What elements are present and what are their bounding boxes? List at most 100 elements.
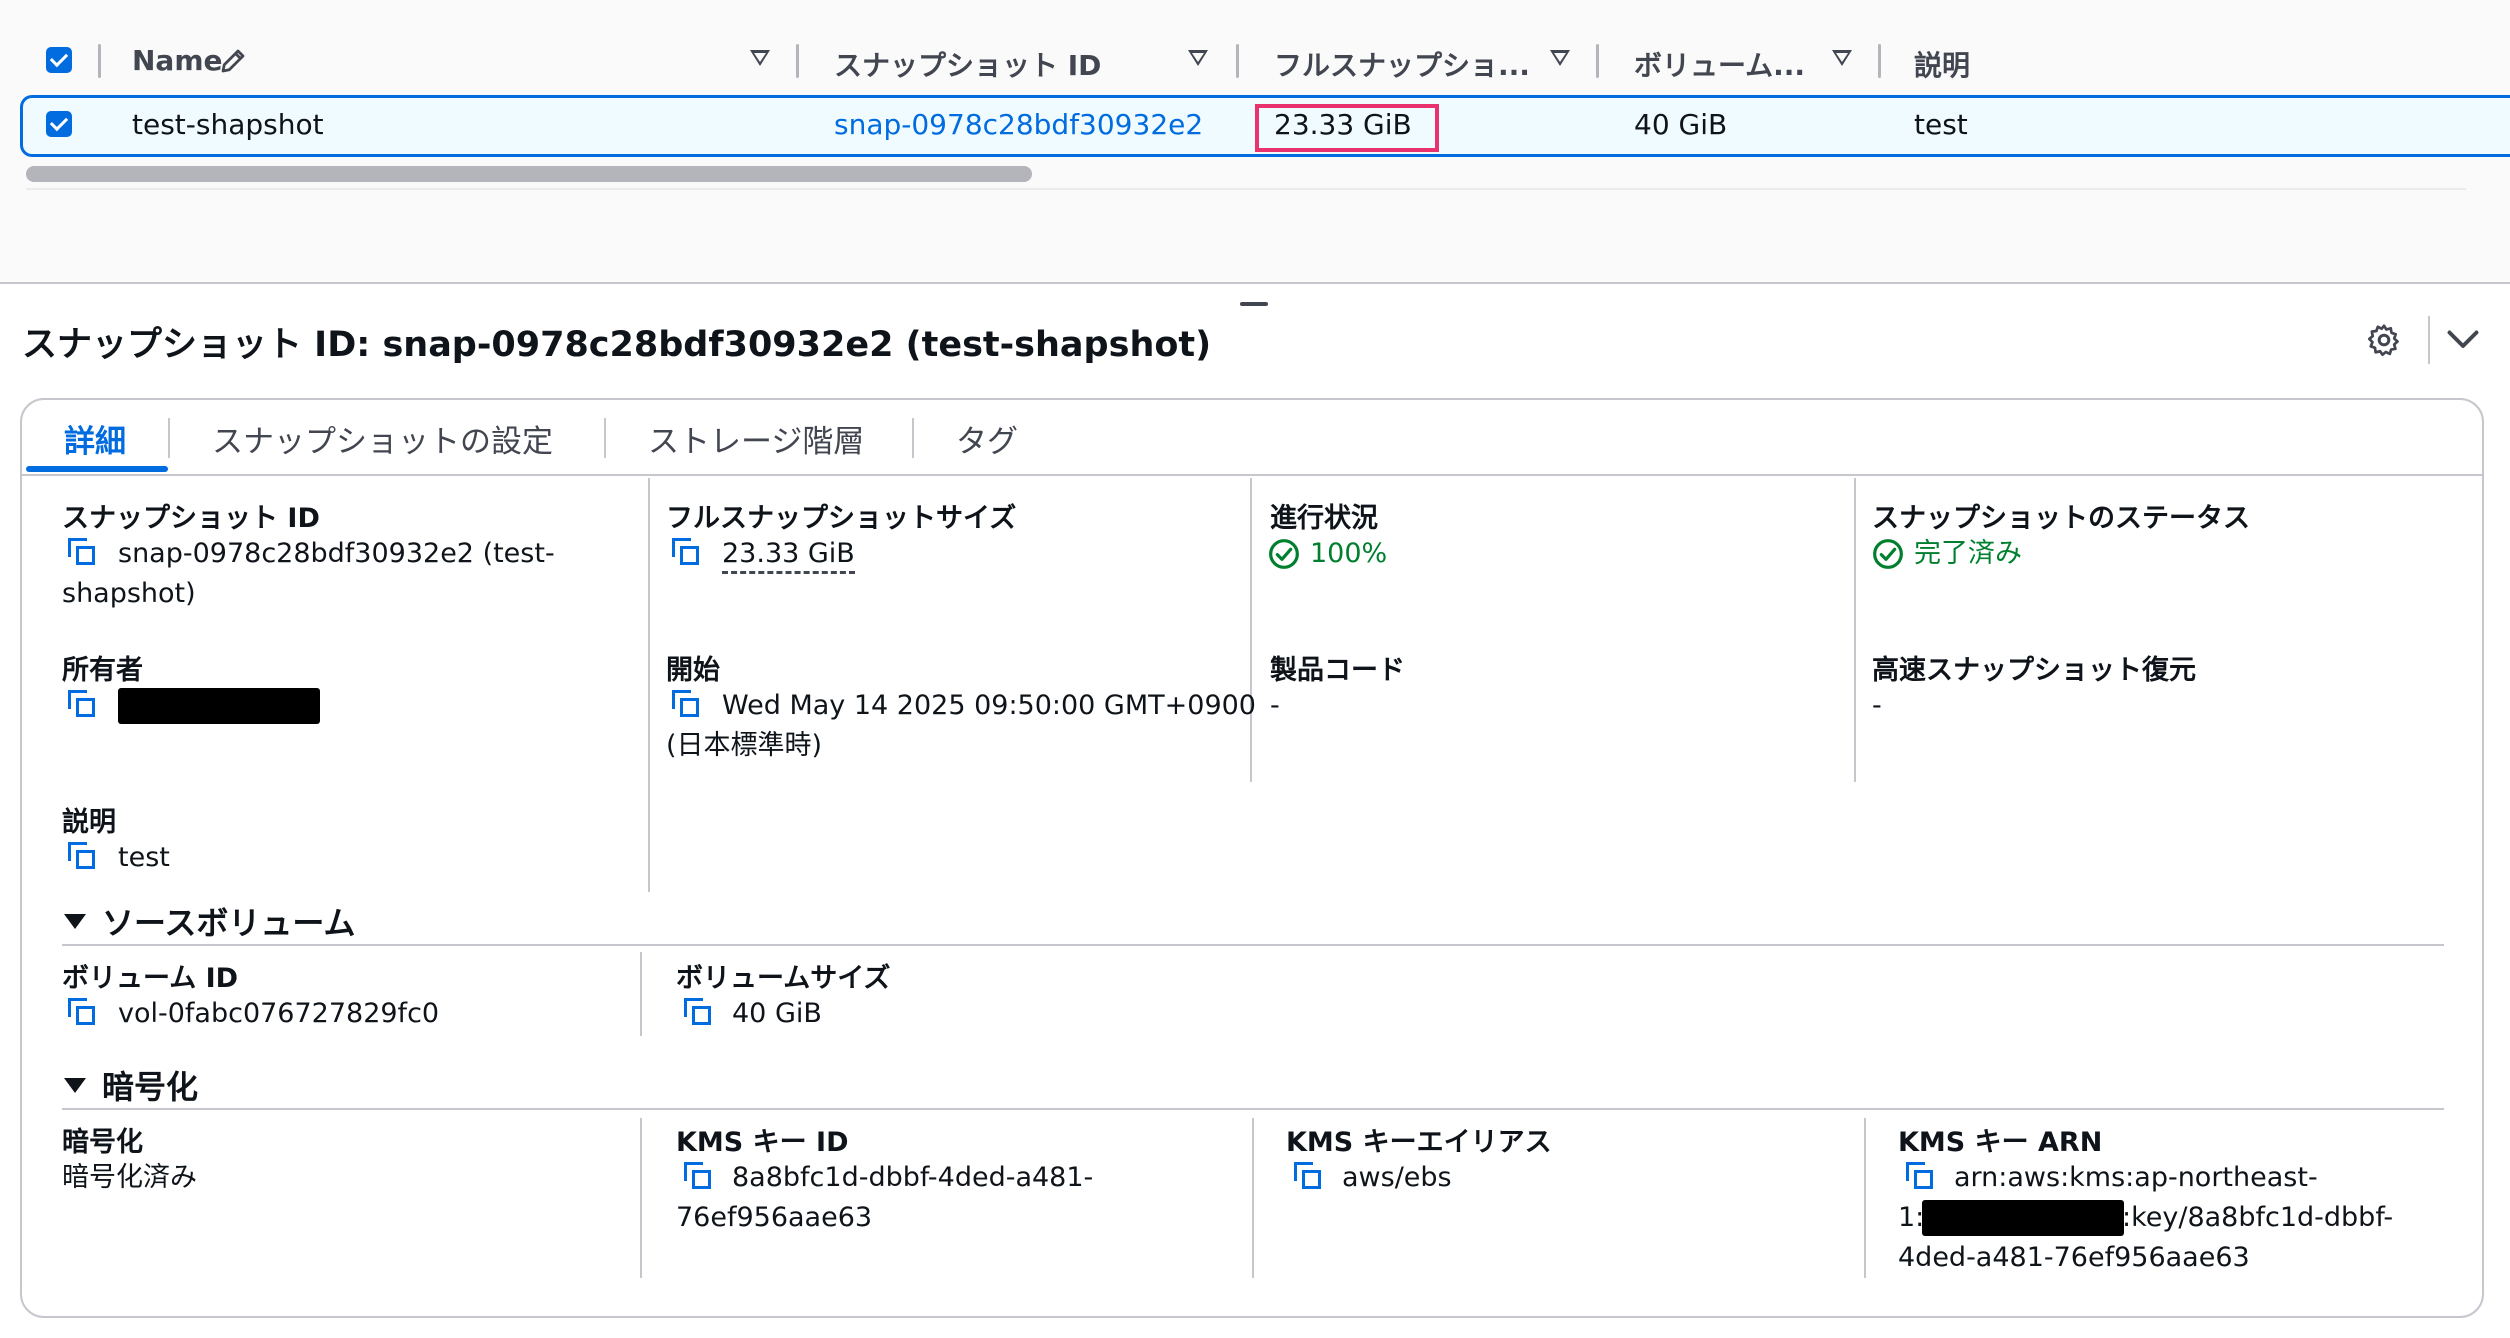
copy-icon[interactable] (68, 690, 98, 720)
column-divider (640, 952, 642, 1036)
column-header-full-size[interactable]: フルスナップショ... (1274, 44, 1530, 84)
tab-divider (168, 418, 170, 458)
sort-caret-icon[interactable] (1188, 50, 1208, 66)
expand-triangle-icon[interactable] (64, 914, 86, 929)
encryption-section-title[interactable]: 暗号化 (102, 1062, 198, 1108)
horizontal-scrollbar[interactable] (26, 166, 1032, 182)
copy-icon[interactable] (684, 1162, 714, 1192)
snapshot-table: Name スナップショット ID フルスナップショ... ボリューム... 説明… (0, 0, 2510, 282)
kms-key-arn-value-cont: 4ded-a481-76ef956aae63 (1898, 1242, 2250, 1273)
row-description: test (1914, 108, 1968, 141)
product-code-value: - (1270, 690, 1280, 721)
encryption-value: 暗号化済み (62, 1162, 197, 1193)
column-divider[interactable] (1878, 44, 1881, 78)
detail-title: スナップショット ID: snap-0978c28bdf30932e2 (tes… (22, 325, 1212, 365)
split-panel-divider (0, 282, 2510, 284)
column-divider (1864, 1118, 1866, 1278)
column-divider[interactable] (796, 44, 799, 78)
kms-key-arn-value-suffix: :key/8a8bfc1d-dbbf- (2122, 1202, 2394, 1233)
column-header-name[interactable]: Name (132, 44, 223, 77)
kms-key-id-value: 8a8bfc1d-dbbf-4ded-a481- (732, 1162, 1094, 1193)
section-divider (62, 944, 2444, 946)
kms-key-arn-value: arn:aws:kms:ap-northeast- (1954, 1162, 2318, 1193)
tab-snapshot-settings[interactable]: スナップショットの設定 (212, 416, 553, 461)
full-size-value[interactable]: 23.33 GiB (722, 538, 855, 574)
column-divider (640, 1118, 642, 1278)
copy-icon[interactable] (672, 538, 702, 568)
volume-id-label: ボリューム ID (62, 963, 239, 994)
snapshot-status-label: スナップショットのステータス (1872, 503, 2250, 534)
tab-bar-border (22, 474, 2482, 476)
tab-divider (912, 418, 914, 458)
expand-triangle-icon[interactable] (64, 1078, 86, 1093)
gear-icon[interactable] (2366, 322, 2402, 358)
resize-handle[interactable] (1240, 302, 1268, 306)
column-divider[interactable] (1236, 44, 1239, 78)
active-tab-indicator (26, 466, 168, 472)
snapshot-id-label: スナップショット ID (62, 503, 320, 534)
tab-storage-tier[interactable]: ストレージ階層 (648, 416, 864, 461)
progress-label: 進行状況 (1270, 503, 1378, 534)
sort-caret-icon[interactable] (1550, 50, 1570, 66)
copy-icon[interactable] (1294, 1162, 1324, 1192)
encryption-label: 暗号化 (62, 1127, 143, 1158)
volume-id-link[interactable]: vol-0fabc076727829fc0 (118, 994, 439, 1034)
tab-divider (604, 418, 606, 458)
column-divider (1252, 1118, 1254, 1278)
row-volume-size: 40 GiB (1634, 108, 1728, 141)
redacted-account-id (1922, 1200, 2124, 1236)
kms-key-arn-label: KMS キー ARN (1898, 1127, 2103, 1158)
sort-caret-icon[interactable] (750, 50, 770, 66)
header-divider (2428, 316, 2430, 364)
volume-size-value: 40 GiB (732, 998, 822, 1029)
column-divider (1250, 478, 1252, 782)
fast-restore-label: 高速スナップショット復元 (1872, 655, 2196, 686)
kms-key-id-value-cont: 76ef956aae63 (676, 1202, 873, 1233)
snapshot-status-value: 完了済み (1914, 538, 2022, 569)
source-volume-section-title[interactable]: ソースボリューム (102, 898, 355, 944)
volume-size-label: ボリュームサイズ (676, 963, 891, 994)
snapshot-id-value-link[interactable]: snap-0978c28bdf30932e2 (test- (118, 534, 555, 574)
kms-key-id-label: KMS キー ID (676, 1127, 849, 1158)
row-checkbox[interactable] (46, 111, 72, 137)
kms-key-arn-value-prefix: 1: (1898, 1202, 1925, 1233)
tab-details[interactable]: 詳細 (64, 416, 126, 461)
snapshot-id-value-link-cont[interactable]: shapshot) (62, 574, 196, 614)
highlight-box (1255, 104, 1439, 152)
section-divider (62, 1108, 2444, 1110)
full-size-label: フルスナップショットサイズ (666, 503, 1017, 534)
column-divider[interactable] (1596, 44, 1599, 78)
copy-icon[interactable] (672, 690, 702, 720)
column-divider (98, 44, 101, 78)
description-value: test (118, 842, 170, 873)
success-check-icon (1269, 539, 1299, 569)
horizontal-scroll-track (26, 188, 2466, 190)
description-label: 説明 (62, 807, 116, 838)
row-name: test-shapshot (132, 108, 324, 141)
tab-tags[interactable]: タグ (956, 416, 1018, 461)
fast-restore-value: - (1872, 690, 1882, 721)
column-header-description[interactable]: 説明 (1914, 44, 1970, 84)
select-all-checkbox[interactable] (46, 47, 72, 73)
column-divider (1854, 478, 1856, 782)
copy-icon[interactable] (68, 998, 98, 1028)
row-snapshot-id-link[interactable]: snap-0978c28bdf30932e2 (834, 108, 1203, 141)
copy-icon[interactable] (68, 842, 98, 872)
copy-icon[interactable] (68, 538, 98, 568)
kms-key-alias-label: KMS キーエイリアス (1286, 1127, 1552, 1158)
redacted-owner (118, 688, 320, 724)
full-size-value-wrap: 23.33 GiB (722, 534, 855, 574)
column-header-volume-size[interactable]: ボリューム... (1634, 44, 1805, 84)
product-code-label: 製品コード (1270, 655, 1405, 686)
start-value-cont: (日本標準時) (666, 730, 823, 761)
copy-icon[interactable] (684, 998, 714, 1028)
column-header-snapshot-id[interactable]: スナップショット ID (834, 44, 1101, 84)
owner-label: 所有者 (62, 655, 143, 686)
sort-caret-icon[interactable] (1832, 50, 1852, 66)
chevron-down-icon[interactable] (2445, 326, 2481, 354)
column-divider (648, 478, 650, 892)
kms-key-alias-value: aws/ebs (1342, 1162, 1452, 1193)
edit-pencil-icon (221, 49, 245, 73)
copy-icon[interactable] (1906, 1162, 1936, 1192)
progress-value: 100% (1310, 538, 1388, 569)
